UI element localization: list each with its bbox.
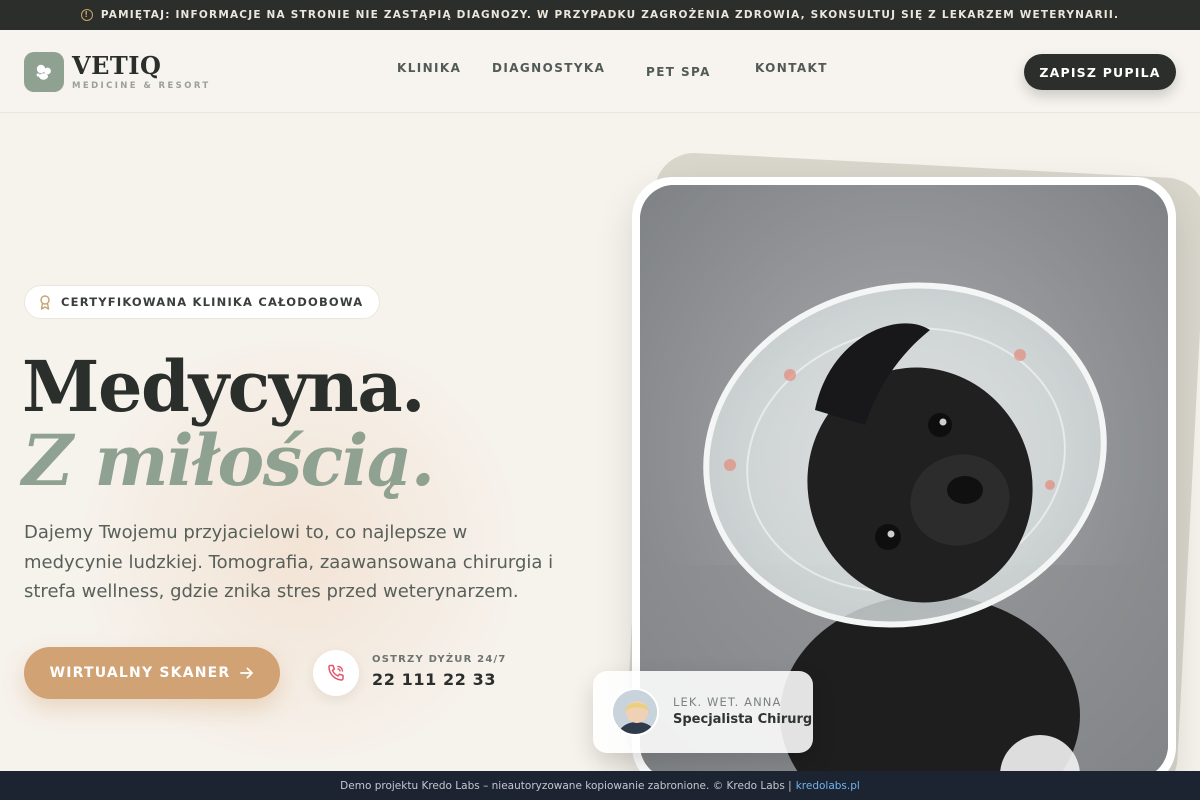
footer-link[interactable]: kredolabs.pl	[796, 780, 860, 792]
scanner-button-label: WIRTUALNY SKANER	[49, 665, 231, 681]
book-pet-button[interactable]: ZAPISZ PUPILA	[1024, 54, 1176, 90]
logo-name: VETIQ	[72, 51, 162, 80]
doctor-avatar	[611, 688, 659, 736]
warning-notice-bar: ! PAMIĘTAJ: INFORMACJE NA STRONIE NIE ZA…	[0, 0, 1200, 30]
nav-diagnostyka[interactable]: DIAGNOSTYKA	[492, 61, 605, 75]
arrow-right-icon	[240, 667, 254, 679]
footer-text: Demo projektu Kredo Labs – nieautoryzowa…	[340, 779, 792, 792]
paw-logo-icon	[24, 52, 64, 92]
doctor-specialty: Specjalista Chirurg	[673, 712, 813, 727]
notice-text: PAMIĘTAJ: INFORMACJE NA STRONIE NIE ZAST…	[100, 9, 1120, 21]
hero-title-accent: Z miłością.	[22, 419, 435, 502]
site-header: VETIQ MEDICINE & RESORT KLINIKA DIAGNOST…	[0, 30, 1200, 113]
info-icon: !	[80, 9, 93, 21]
doctor-info-card: LEK. WET. ANNA Specjalista Chirurg	[593, 671, 813, 753]
award-icon	[39, 294, 51, 310]
nav-pet-spa[interactable]: PET SPA	[646, 65, 711, 79]
emergency-label: OSTRZY DYŻUR 24/7	[372, 654, 507, 665]
phone-icon	[328, 664, 344, 681]
emergency-phone-number[interactable]: 22 111 22 33	[372, 670, 496, 689]
certified-badge: CERTYFIKOWANA KLINIKA CAŁODOBOWA	[24, 285, 381, 319]
virtual-scanner-button[interactable]: WIRTUALNY SKANER	[24, 647, 280, 699]
logo[interactable]: VETIQ MEDICINE & RESORT	[24, 52, 211, 92]
phone-call-button[interactable]	[313, 650, 359, 696]
hero-description: Dajemy Twojemu przyjacielowi to, co najl…	[24, 522, 554, 602]
nav-kontakt[interactable]: KONTAKT	[755, 61, 828, 75]
doctor-name: LEK. WET. ANNA	[673, 695, 782, 709]
logo-tagline: MEDICINE & RESORT	[72, 81, 211, 91]
demo-footer: Demo projektu Kredo Labs – nieautoryzowa…	[0, 771, 1200, 800]
badge-text: CERTYFIKOWANA KLINIKA CAŁODOBOWA	[61, 295, 364, 309]
nav-klinika[interactable]: KLINIKA	[397, 61, 461, 75]
